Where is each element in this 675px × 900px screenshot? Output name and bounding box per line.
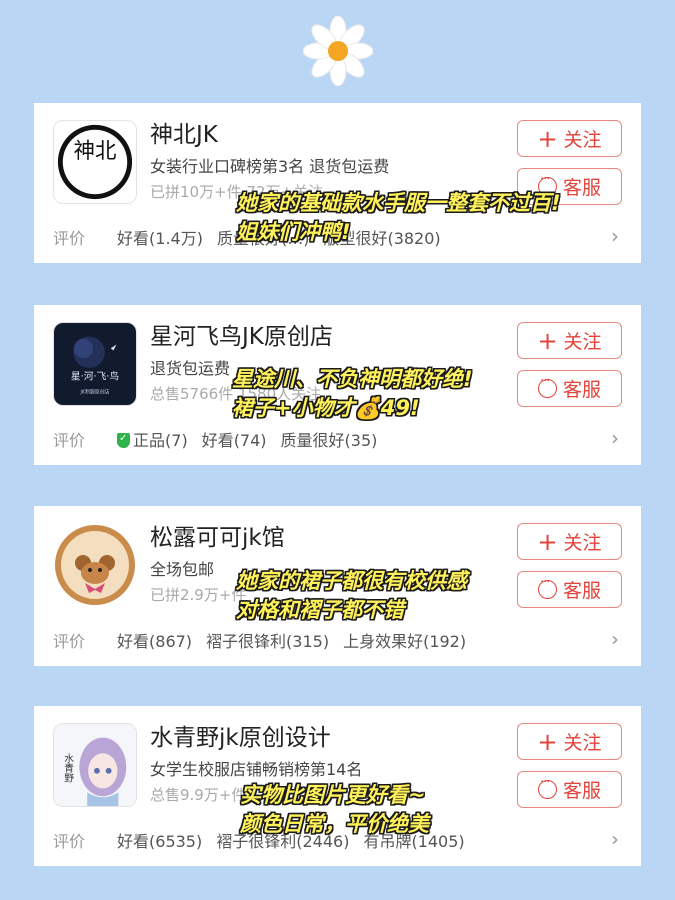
plus-icon: + bbox=[537, 124, 558, 153]
review-label: 评价 bbox=[53, 632, 86, 651]
shop-name[interactable]: 神北JK bbox=[150, 115, 218, 149]
plus-icon: + bbox=[537, 326, 558, 355]
customer-service-button[interactable]: 客服 bbox=[517, 571, 622, 608]
caption-line: 对格和褶子都不错 bbox=[236, 597, 404, 622]
anime-girl-logo-icon: 水青野 bbox=[54, 724, 136, 806]
shop-logo-shenbei[interactable]: 神北 bbox=[53, 120, 137, 204]
follow-label: 关注 bbox=[563, 532, 602, 554]
follow-label: 关注 bbox=[563, 331, 602, 353]
follow-button[interactable]: + 关注 bbox=[517, 523, 622, 560]
review-label: 评价 bbox=[53, 229, 86, 248]
shop-logo-songlukeke[interactable] bbox=[53, 523, 137, 607]
service-label: 客服 bbox=[562, 780, 601, 802]
plus-icon: + bbox=[537, 527, 558, 556]
follow-button[interactable]: + 关注 bbox=[517, 322, 622, 359]
caption-line: 裙子+小物才💰49! bbox=[232, 395, 420, 420]
daisy-flower-icon bbox=[303, 16, 373, 86]
shop-logo-xinghefeiniao[interactable]: 星·河·飞·鸟 JK制服原创店 bbox=[53, 322, 137, 406]
shop-name[interactable]: 星河飞鸟JK原创店 bbox=[150, 317, 333, 351]
customer-service-button[interactable]: 客服 bbox=[517, 771, 622, 808]
shop-shipping-info: 全场包邮 bbox=[150, 560, 215, 579]
caption-line: 姐妹们冲鸭! bbox=[236, 219, 351, 244]
verified-shield-icon bbox=[117, 433, 131, 448]
service-label: 客服 bbox=[562, 177, 601, 199]
logo-subtext: JK制服原创店 bbox=[79, 388, 109, 395]
review-tags-row[interactable]: 评价 好看(867) 褶子很锋利(315) 上身效果好(192) bbox=[53, 628, 623, 652]
overlay-caption: 她家的基础款水手服一整套不过百! 姐妹们冲鸭! bbox=[236, 192, 561, 243]
shop-sales-info: 已拼2.9万+件 bbox=[150, 586, 247, 604]
shop-name[interactable]: 松露可可jk馆 bbox=[150, 518, 285, 552]
review-tags-row[interactable]: 评价 正品(7) 好看(74) 质量很好(35) bbox=[53, 427, 623, 451]
service-label: 客服 bbox=[562, 580, 601, 602]
chat-bubble-icon bbox=[537, 575, 557, 599]
shop-logo-shuiqingye[interactable]: 水青野 bbox=[53, 723, 137, 807]
review-tag-authentic: 正品(7) bbox=[117, 427, 188, 451]
review-tag: 好看(6535) bbox=[117, 832, 203, 851]
review-tag: 褶子很锋利(315) bbox=[206, 632, 330, 651]
follow-label: 关注 bbox=[563, 129, 602, 151]
caption-line: 实物比图片更好看~ bbox=[240, 783, 426, 807]
chevron-right-icon[interactable]: › bbox=[611, 827, 619, 851]
cartoon-bear-logo-icon bbox=[53, 523, 137, 607]
shop-ranking-info: 女学生校服店铺畅销榜第14名 bbox=[150, 760, 363, 779]
shop-sales-info: 总售9.9万+件 bbox=[150, 786, 247, 804]
logo-text: 水青野 bbox=[62, 753, 74, 783]
shop-shipping-info: 退货包运费 bbox=[150, 359, 231, 378]
chevron-right-icon[interactable]: › bbox=[611, 627, 619, 651]
logo-text: 星·河·飞·鸟 bbox=[71, 370, 119, 383]
caption-line: 颜色日常，平价绝美 bbox=[240, 811, 429, 836]
review-tag: 好看(74) bbox=[201, 431, 267, 450]
caption-line: 星途川、不负神明都好绝! bbox=[232, 367, 473, 391]
caption-line: 她家的基础款水手服一整套不过百! bbox=[236, 191, 561, 215]
chat-bubble-icon bbox=[537, 775, 557, 799]
review-tag: 正品(7) bbox=[133, 431, 188, 450]
follow-label: 关注 bbox=[563, 732, 602, 754]
shenbei-logo-icon: 神北 bbox=[54, 121, 136, 203]
logo-text: 神北 bbox=[74, 139, 117, 164]
chat-bubble-icon bbox=[537, 374, 557, 398]
night-sky-logo-icon: 星·河·飞·鸟 JK制服原创店 bbox=[54, 323, 136, 405]
review-label: 评价 bbox=[53, 431, 86, 450]
chevron-right-icon[interactable]: › bbox=[611, 426, 619, 450]
caption-line: 她家的裙子都很有校供感 bbox=[236, 569, 467, 593]
overlay-caption: 星途川、不负神明都好绝! 裙子+小物才💰49! bbox=[232, 368, 473, 419]
customer-service-button[interactable]: 客服 bbox=[517, 370, 622, 407]
follow-button[interactable]: + 关注 bbox=[517, 723, 622, 760]
review-label: 评价 bbox=[53, 832, 86, 851]
review-tag: 好看(1.4万) bbox=[117, 229, 203, 248]
review-tag: 质量很好(35) bbox=[280, 431, 378, 450]
follow-button[interactable]: + 关注 bbox=[517, 120, 622, 157]
service-label: 客服 bbox=[562, 379, 601, 401]
shop-name[interactable]: 水青野jk原创设计 bbox=[150, 718, 331, 752]
plus-icon: + bbox=[537, 727, 558, 756]
shop-ranking-info: 女装行业口碑榜第3名 退货包运费 bbox=[150, 157, 390, 176]
review-tag: 好看(867) bbox=[117, 632, 193, 651]
overlay-caption: 她家的裙子都很有校供感 对格和褶子都不错 bbox=[236, 570, 467, 621]
review-tag: 上身效果好(192) bbox=[343, 632, 467, 651]
chevron-right-icon[interactable]: › bbox=[611, 224, 619, 248]
overlay-caption: 实物比图片更好看~ 颜色日常，平价绝美 bbox=[240, 784, 429, 835]
